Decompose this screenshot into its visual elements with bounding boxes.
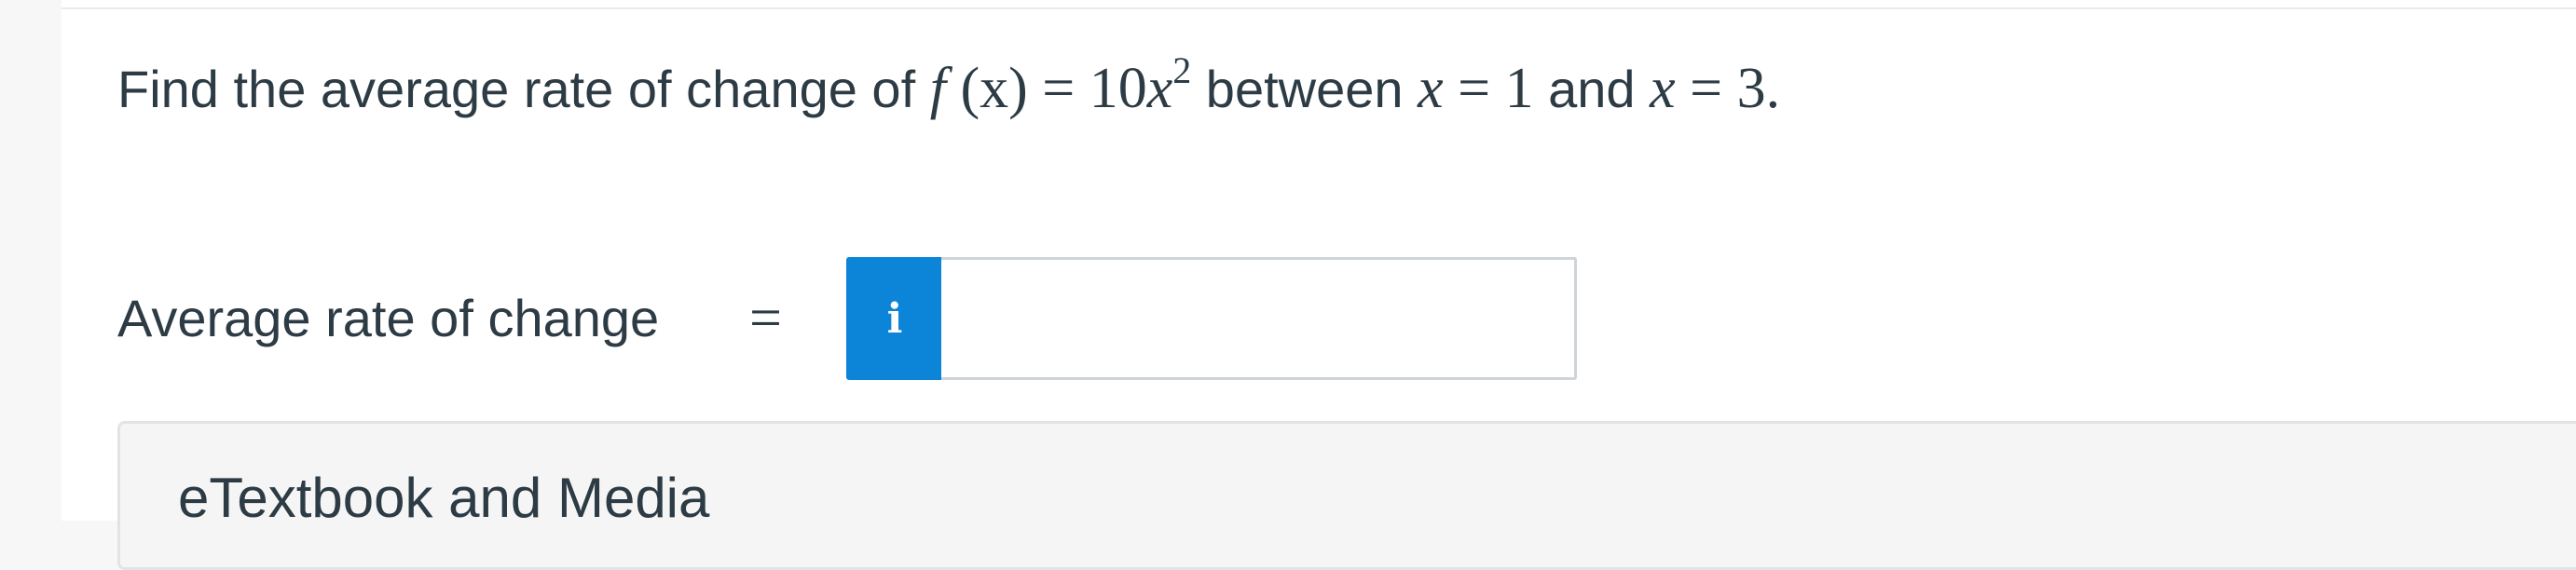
function-variable: x bbox=[1146, 57, 1173, 120]
upper-bound: x = 3. bbox=[1650, 57, 1780, 120]
info-icon[interactable]: i bbox=[846, 257, 943, 380]
function-name: f bbox=[929, 57, 946, 120]
question-between: between bbox=[1191, 60, 1418, 118]
function-expression: f (x) = 10x2 bbox=[929, 49, 1192, 120]
lower-bound-variable: x bbox=[1418, 57, 1444, 120]
answer-input[interactable] bbox=[941, 257, 1577, 380]
lower-bound: x = 1 bbox=[1418, 57, 1534, 120]
top-divider bbox=[62, 7, 2576, 9]
answer-label: Average rate of change bbox=[117, 289, 660, 347]
function-equals: = bbox=[1042, 57, 1089, 120]
function-exponent: 2 bbox=[1172, 49, 1192, 91]
info-icon-glyph: i bbox=[886, 294, 903, 343]
etextbook-media-title[interactable]: eTextbook and Media bbox=[178, 461, 709, 536]
question-and: and bbox=[1533, 60, 1651, 118]
answer-equals-sign: = bbox=[749, 287, 782, 350]
function-argument: (x) bbox=[945, 57, 1043, 120]
lower-bound-value: = 1 bbox=[1443, 57, 1534, 120]
function-coefficient: 10 bbox=[1089, 57, 1147, 120]
question-prefix: Find the average rate of change of bbox=[117, 60, 930, 118]
question-text: Find the average rate of change of f (x)… bbox=[117, 47, 1780, 130]
left-gutter bbox=[0, 0, 62, 521]
upper-bound-variable: x bbox=[1650, 57, 1676, 120]
upper-bound-value: = 3. bbox=[1675, 57, 1781, 120]
etextbook-media-panel[interactable]: eTextbook and Media bbox=[117, 421, 2576, 570]
